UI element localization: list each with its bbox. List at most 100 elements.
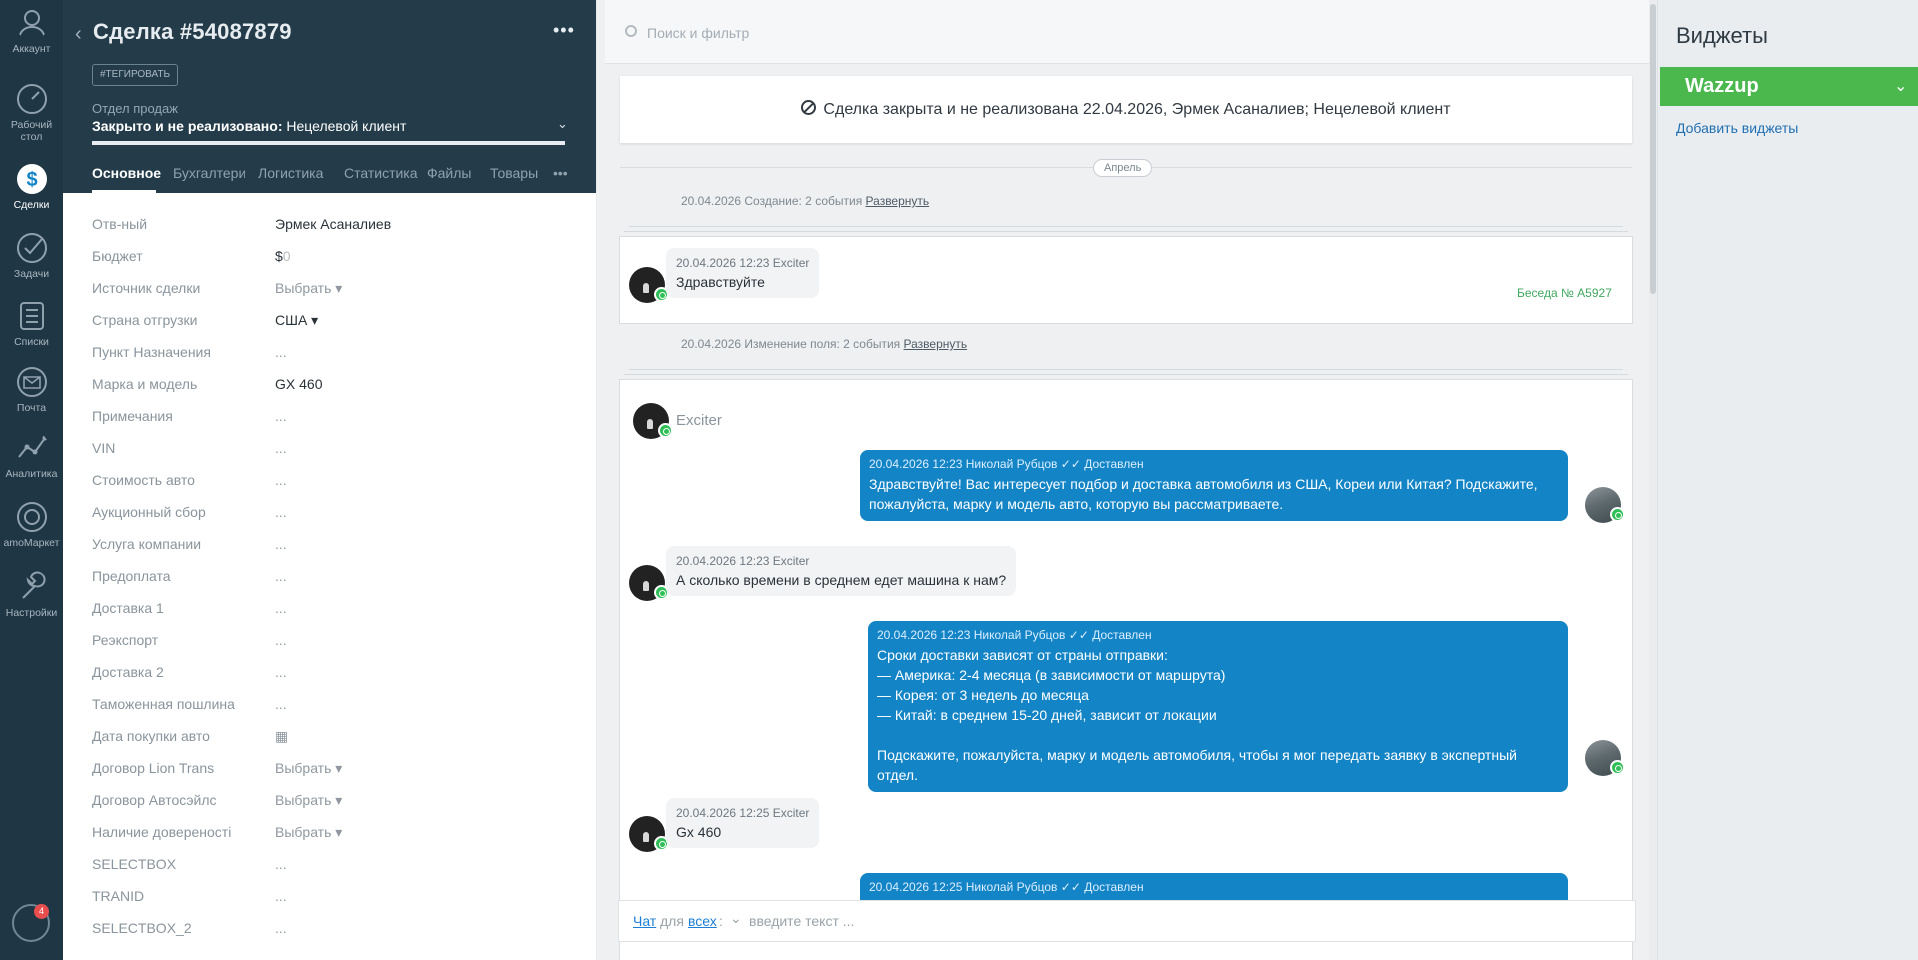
- chevron-down-icon[interactable]: ⌄: [730, 910, 742, 927]
- nav-account[interactable]: Аккаунт: [0, 6, 63, 55]
- field-value[interactable]: ...: [275, 856, 287, 872]
- field-value[interactable]: Выбрать ▾: [275, 760, 342, 777]
- field-value[interactable]: США ▾: [275, 312, 318, 329]
- tab-more[interactable]: •••: [553, 165, 568, 181]
- nav-lists-label: Списки: [14, 336, 49, 348]
- feed-search[interactable]: Поиск и фильтр: [605, 0, 1649, 64]
- field-value[interactable]: $0: [275, 248, 291, 264]
- nav-mail[interactable]: Почта: [0, 365, 63, 414]
- tab-main[interactable]: Основное: [92, 165, 161, 181]
- tab-files[interactable]: Файлы: [427, 165, 471, 181]
- contact-name[interactable]: Exciter: [676, 412, 722, 429]
- field-label: Доставка 2: [92, 664, 164, 680]
- message-text: Здравствуйте! Вас интересует подбор и до…: [869, 476, 1538, 512]
- recipient-link[interactable]: всех: [688, 913, 717, 929]
- message-outgoing: 20.04.2026 12:23 Николай Рубцов ✓✓ Доста…: [868, 621, 1568, 792]
- chevron-down-icon[interactable]: ⌄: [1894, 76, 1907, 96]
- chat-composer[interactable]: Чат для всех : ⌄ введите текст ...: [618, 900, 1636, 942]
- event-note-text: 20.04.2026 Изменение поля: 2 события: [681, 337, 901, 351]
- field-value[interactable]: ...: [275, 568, 287, 584]
- chat-type-link[interactable]: Чат: [633, 913, 656, 929]
- currency-symbol: $: [275, 248, 283, 264]
- closed-banner-text: Сделка закрыта и не реализована 22.04.20…: [620, 100, 1632, 119]
- field-row: Аукционный сбор...: [92, 498, 562, 530]
- expand-link[interactable]: Развернуть: [866, 194, 930, 208]
- field-value[interactable]: ...: [275, 600, 287, 616]
- feed: Поиск и фильтр Сделка закрыта и не реали…: [605, 0, 1649, 960]
- user-avatar-icon: [17, 10, 46, 40]
- nav-lists[interactable]: Списки: [0, 299, 63, 348]
- field-value[interactable]: ...: [275, 504, 287, 520]
- nav-settings[interactable]: Настройки: [0, 570, 63, 619]
- field-row: Доставка 1...: [92, 594, 562, 626]
- nav-analytics[interactable]: Аналитика: [0, 431, 63, 480]
- status-progress-bar: [92, 141, 565, 145]
- field-row: SELECTBOX...: [92, 850, 562, 882]
- chevron-down-icon[interactable]: ⌄: [557, 116, 568, 132]
- tab-products[interactable]: Товары: [490, 165, 538, 181]
- nav-market-label: amoМаркет: [3, 537, 60, 549]
- nav-market[interactable]: amoМаркет: [0, 500, 63, 549]
- tab-logistics[interactable]: Логистика: [258, 165, 323, 181]
- conversation-link[interactable]: Беседа № А5927: [1517, 286, 1612, 300]
- feed-scrollbar[interactable]: [1649, 0, 1657, 960]
- field-value[interactable]: ...: [275, 696, 287, 712]
- field-value[interactable]: ...: [275, 920, 287, 936]
- field-value[interactable]: ...: [275, 536, 287, 552]
- field-value[interactable]: Выбрать ▾: [275, 792, 342, 809]
- message-meta: 20.04.2026 12:25 Николай Рубцов ✓✓ Доста…: [869, 880, 1144, 894]
- message-meta: 20.04.2026 12:23 Exciter: [676, 256, 810, 270]
- field-label: VIN: [92, 440, 116, 456]
- mail-icon: [16, 367, 47, 397]
- tab-statistics[interactable]: Статистика: [344, 165, 418, 181]
- field-label: Дата покупки авто: [92, 728, 210, 744]
- field-row: Страна отгрузки США ▾: [92, 306, 562, 338]
- field-label: Пункт Назначения: [92, 344, 211, 360]
- field-label: Бюджет: [92, 248, 143, 264]
- message-text: Gx 460: [676, 824, 722, 840]
- tag-button[interactable]: #ТЕГИРОВАТЬ: [92, 64, 179, 86]
- calendar-icon[interactable]: ▦: [275, 728, 288, 745]
- field-row: Источник сделки Выбрать ▾: [92, 274, 562, 306]
- whatsapp-icon: [1610, 507, 1625, 522]
- closed-banner: Сделка закрыта и не реализована 22.04.20…: [620, 76, 1632, 143]
- field-label: Договор Lion Trans: [92, 760, 215, 776]
- field-value[interactable]: Выбрать ▾: [275, 280, 342, 297]
- field-label: Страна отгрузки: [92, 312, 198, 328]
- budget-value: 0: [282, 248, 291, 264]
- field-value[interactable]: Выбрать ▾: [275, 824, 342, 841]
- tab-accounting[interactable]: Бухгалтерия: [173, 165, 245, 181]
- nav-tasks[interactable]: Задачи: [0, 231, 63, 280]
- search-input[interactable]: Поиск и фильтр: [647, 25, 749, 41]
- back-arrow-icon[interactable]: ‹: [75, 23, 82, 46]
- deal-title[interactable]: Сделка #54087879: [93, 19, 292, 45]
- field-value[interactable]: GX 460: [275, 376, 322, 392]
- field-value[interactable]: ...: [275, 408, 287, 424]
- card-header: ‹ Сделка #54087879 ••• #ТЕГИРОВАТЬ Отдел…: [63, 0, 597, 193]
- nav-dashboard[interactable]: Рабочий стол: [0, 82, 63, 143]
- field-value[interactable]: ...: [275, 888, 287, 904]
- feed-scrollbar-thumb[interactable]: [1650, 4, 1656, 294]
- nav-deals[interactable]: $ Сделки: [0, 162, 63, 211]
- wazzup-widget[interactable]: Wazzup ⌄: [1660, 67, 1918, 106]
- stack-line: [629, 369, 1623, 370]
- nav-analytics-label: Аналитика: [5, 468, 58, 480]
- message-meta: 20.04.2026 12:23 Николай Рубцов ✓✓ Доста…: [877, 628, 1152, 642]
- wazzup-label: Wazzup: [1685, 75, 1759, 97]
- month-label: Апрель: [1093, 159, 1153, 177]
- field-value[interactable]: Эрмек Асаналиев: [275, 216, 391, 232]
- pipeline-name: Отдел продаж: [92, 101, 178, 116]
- card-more-button[interactable]: •••: [553, 20, 575, 41]
- field-value[interactable]: ...: [275, 472, 287, 488]
- field-value[interactable]: ...: [275, 440, 287, 456]
- add-widgets-link[interactable]: Добавить виджеты: [1676, 120, 1798, 136]
- message-input[interactable]: введите текст ...: [749, 913, 854, 929]
- card-scrollbar[interactable]: [596, 0, 597, 960]
- avatar-image: [647, 419, 653, 429]
- field-value[interactable]: ...: [275, 664, 287, 680]
- field-value[interactable]: ...: [275, 344, 287, 360]
- status-select[interactable]: Закрыто и не реализовано: Нецелевой клие…: [92, 118, 406, 134]
- field-value[interactable]: ...: [275, 632, 287, 648]
- expand-link[interactable]: Развернуть: [904, 337, 968, 351]
- composer-colon: :: [719, 913, 723, 929]
